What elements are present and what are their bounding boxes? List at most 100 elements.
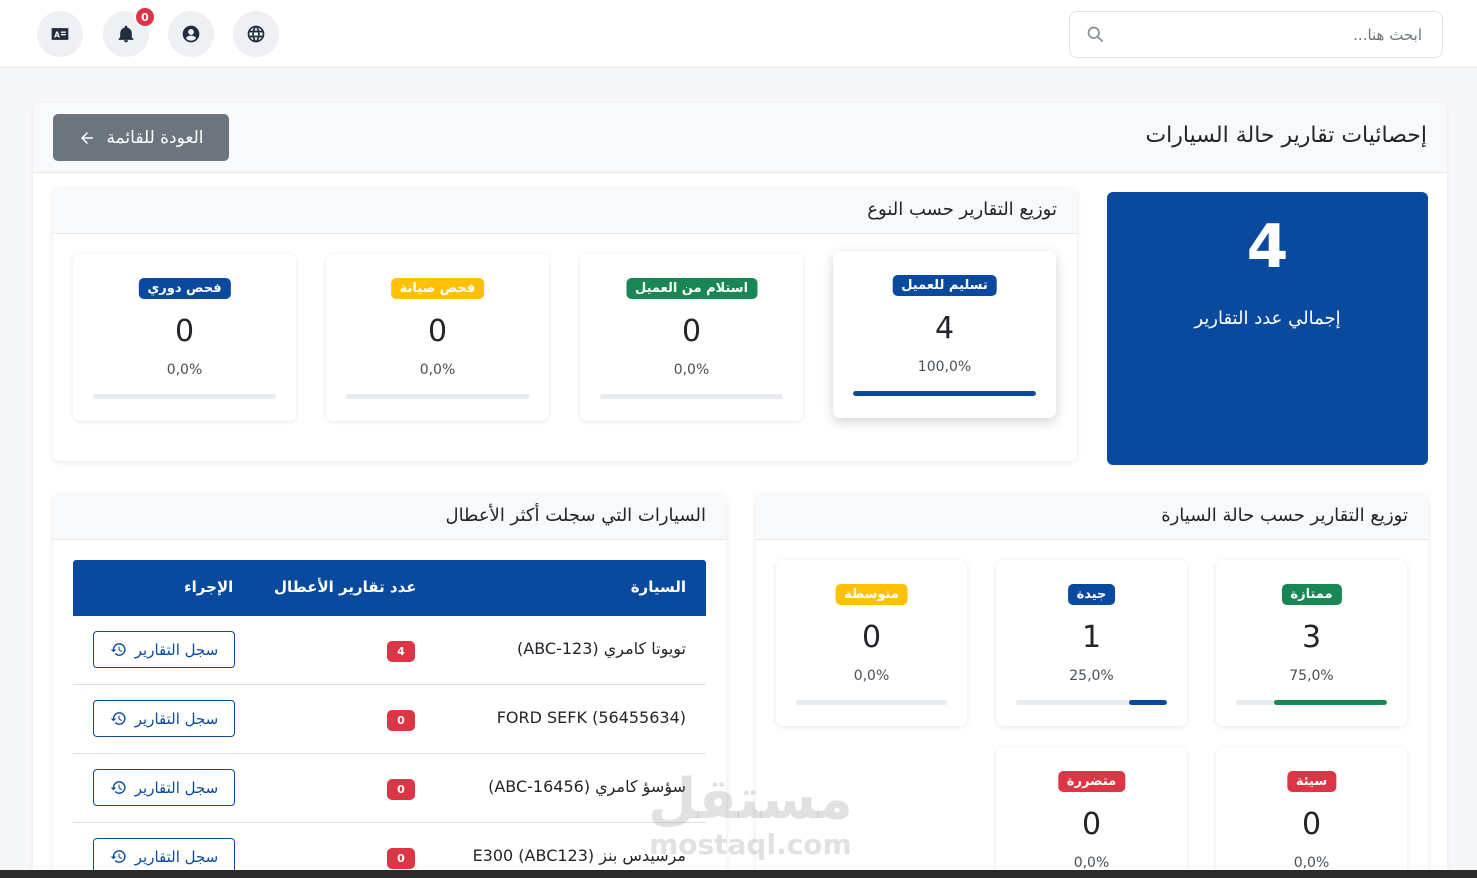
stat-value: 0 [861,620,882,655]
report-history-button[interactable]: سجل التقارير [93,769,235,806]
reports-by-condition-panel: توزيع التقارير حسب حالة السيارة ممتازة 3 7… [756,495,1428,878]
stat-card: فحص دوري 0 0,0% [73,254,296,421]
stat-card: تسليم للعميل 4 100,0% [833,251,1056,418]
table-header: السيارة عدد تقارير الأعطال الإجراء [73,560,706,616]
fault-count-badge: 0 [387,710,415,731]
car-name-cell: سؤسؤ كامري (ABC-16456) [488,777,686,796]
report-history-label: سجل التقارير [134,847,219,866]
stat-value: 3 [1301,620,1322,655]
stat-badge: فحص صيانة [390,278,485,299]
page-title: إحصائيات تقارير حالة السيارات [1145,123,1427,148]
progress-bar [346,394,529,399]
table-row: تويوتا كامري (ABC-123) 4 سجل التقارير [73,616,706,685]
stat-value: 1 [1081,620,1102,655]
total-reports-card: 4 إجمالي عدد التقارير [1107,192,1428,465]
panel-title: السيارات التي سجلت أكثر الأعطال [445,505,706,526]
car-name-cell: FORD SEFK (56455634) [496,708,686,727]
stat-percent: 0,0% [1293,855,1330,871]
stat-badge: متوسطة [835,584,908,605]
search-box [1069,11,1443,58]
history-icon [110,850,126,863]
car-name-cell: تويوتا كامري (ABC-123) [517,639,686,658]
progress-bar [93,394,276,399]
report-history-label: سجل التقارير [134,640,219,659]
stat-percent: 100,0% [917,359,972,375]
progress-bar [1016,700,1167,705]
faults-table: السيارة عدد تقارير الأعطال الإجراء تويوت… [73,560,706,878]
stat-value: 4 [934,311,955,346]
notification-count-badge: 0 [134,6,156,28]
history-icon [110,643,126,656]
panel-title: توزيع التقارير حسب حالة السيارة [1161,505,1408,526]
panel-title: توزيع التقارير حسب النوع [867,199,1057,220]
top-faults-panel: السيارات التي سجلت أكثر الأعطال السيارة … [53,495,726,878]
stat-percent: 0,0% [1073,855,1110,871]
report-history-label: سجل التقارير [134,778,219,797]
stat-value: 0 [427,314,448,349]
panel-header: توزيع التقارير حسب النوع [53,189,1077,234]
search-icon[interactable] [1070,12,1120,57]
progress-bar [796,700,947,705]
fault-count-badge: 0 [387,848,415,869]
notifications-button[interactable]: 0 [103,6,156,57]
total-reports-label: إجمالي عدد التقارير [1194,308,1341,329]
stat-card: استلام من العميل 0 0,0% [580,254,803,421]
stat-badge: متضررة [1057,771,1126,792]
stat-percent: 25,0% [1069,668,1114,684]
fault-count-badge: 0 [387,779,415,800]
stat-badge: فحص دوري [138,278,231,299]
globe-icon [247,25,265,43]
panel-header: توزيع التقارير حسب حالة السيارة [756,495,1428,540]
stat-percent: 0,0% [166,362,203,378]
top-navbar: A 0 [0,0,1477,68]
report-history-button[interactable]: سجل التقارير [93,700,235,737]
column-header-car: السيارة [630,578,686,596]
stat-percent: 0,0% [419,362,456,378]
report-history-label: سجل التقارير [134,709,219,728]
translate-icon[interactable]: A [37,11,83,57]
user-circle-icon [182,25,200,43]
stat-badge: جيدة [1067,584,1116,605]
progress-bar [600,394,783,399]
stat-badge: سيئة [1286,771,1337,792]
fault-count-badge: 4 [387,641,415,662]
card-header: إحصائيات تقارير حالة السيارات العودة للق… [33,103,1447,173]
stat-badge: ممتازة [1281,584,1342,605]
table-row: سؤسؤ كامري (ABC-16456) 0 سجل التقارير [73,754,706,823]
back-label: العودة للقائمة [106,127,204,148]
progress-bar [853,391,1036,396]
table-row: FORD SEFK (56455634) 0 سجل التقارير [73,685,706,754]
language-button[interactable] [233,11,279,57]
progress-bar [1236,700,1387,705]
stat-value: 0 [681,314,702,349]
car-name-cell: مرسيدس بنز (ABC123) E300 [472,846,686,865]
bell-icon [118,25,134,43]
reports-by-type-panel: توزيع التقارير حسب النوع تسليم للعميل 4 10… [53,189,1077,461]
stat-value: 0 [1301,807,1322,842]
stat-percent: 0,0% [673,362,710,378]
back-to-list-button[interactable]: العودة للقائمة [53,114,229,161]
panel-header: السيارات التي سجلت أكثر الأعطال [53,495,726,540]
stat-card: متضررة 0 0,0% [996,747,1187,878]
total-reports-value: 4 [1246,212,1289,282]
search-input[interactable] [1120,12,1442,57]
stat-card: فحص صيانة 0 0,0% [326,254,549,421]
user-profile-button[interactable] [168,11,214,57]
progress-fill [1273,700,1387,705]
arrow-left-icon [81,131,94,144]
stat-value: 0 [1081,807,1102,842]
stat-card: متوسطة 0 0,0% [776,560,967,726]
stat-value: 0 [174,314,195,349]
history-icon [110,712,126,725]
history-icon [110,781,126,794]
stat-badge: تسليم للعميل [892,275,997,296]
progress-fill [853,391,1036,396]
stat-card: جيدة 1 25,0% [996,560,1187,726]
progress-fill [1129,700,1167,705]
stat-badge: استلام من العميل [625,278,758,299]
window-bottom-edge [0,870,1477,878]
stat-percent: 75,0% [1289,668,1334,684]
stat-percent: 0,0% [853,668,890,684]
svg-text:A: A [54,30,60,39]
report-history-button[interactable]: سجل التقارير [93,631,235,668]
